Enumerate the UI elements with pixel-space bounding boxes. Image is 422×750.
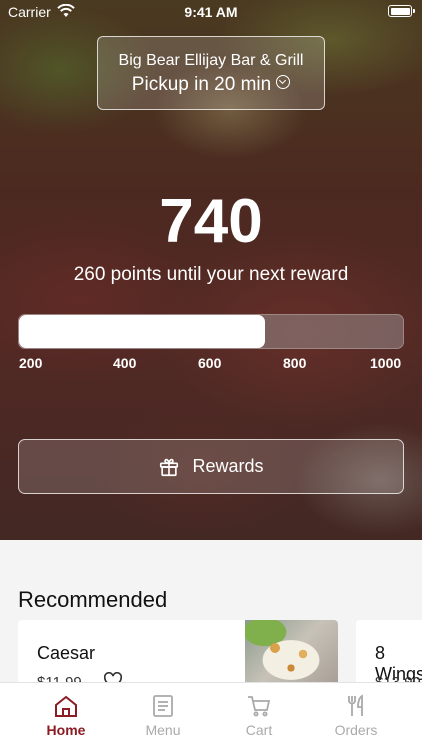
tick-label: 400 — [113, 355, 137, 371]
caesar-salad-image — [245, 620, 338, 684]
menu-icon — [153, 695, 173, 717]
section-title: Recommended — [18, 587, 168, 612]
menu-item-card-caesar[interactable]: Caesar $11.99 — [18, 620, 338, 684]
tab-label: Orders — [334, 722, 378, 738]
tab-cart[interactable]: Cart — [211, 683, 307, 750]
tab-label: Menu — [145, 722, 181, 738]
progress-tick-labels: 200 400 600 800 1000 — [18, 355, 404, 373]
battery-icon — [388, 5, 415, 17]
tab-home[interactable]: Home — [18, 683, 114, 750]
home-icon — [55, 695, 77, 717]
tick-label: 1000 — [370, 355, 402, 371]
tick-label: 600 — [198, 355, 222, 371]
tick-label: 200 — [19, 355, 43, 371]
tab-orders[interactable]: Orders — [308, 683, 404, 750]
points-until-reward: 260 points until your next reward — [73, 264, 349, 285]
status-bar: Carrier 9:41 AM — [0, 0, 422, 24]
menu-item-card-wings[interactable]: 8 Wings $13.99 — [356, 620, 422, 684]
rewards-button-label: Rewards — [192, 456, 264, 476]
rewards-button[interactable]: Rewards — [18, 439, 404, 494]
chevron-down-circle-icon — [276, 75, 291, 89]
rewards-progress-bar — [18, 314, 404, 349]
tab-label: Cart — [245, 722, 273, 738]
recommended-section: Recommended Caesar $11.99 8 Wings $13.99 — [0, 540, 422, 684]
fork-knife-icon — [348, 694, 363, 716]
rewards-progress-fill — [19, 315, 265, 348]
gift-icon — [160, 458, 179, 476]
status-time: 9:41 AM — [184, 4, 238, 20]
pickup-time-label: Pickup in 20 min — [131, 74, 272, 95]
location-selector-button[interactable]: Big Bear Ellijay Bar & Grill Pickup in 2… — [97, 36, 325, 110]
cart-icon — [248, 696, 271, 717]
tab-label: Home — [46, 722, 86, 738]
restaurant-name: Big Bear Ellijay Bar & Grill — [118, 52, 304, 69]
tab-bar: Home Menu Cart Orders — [0, 682, 422, 750]
tab-menu[interactable]: Menu — [115, 683, 211, 750]
tick-label: 800 — [283, 355, 307, 371]
pickup-time: Pickup in 20 min — [131, 74, 291, 96]
menu-item-name: Caesar — [37, 643, 96, 663]
points-balance: 740 — [159, 187, 263, 256]
